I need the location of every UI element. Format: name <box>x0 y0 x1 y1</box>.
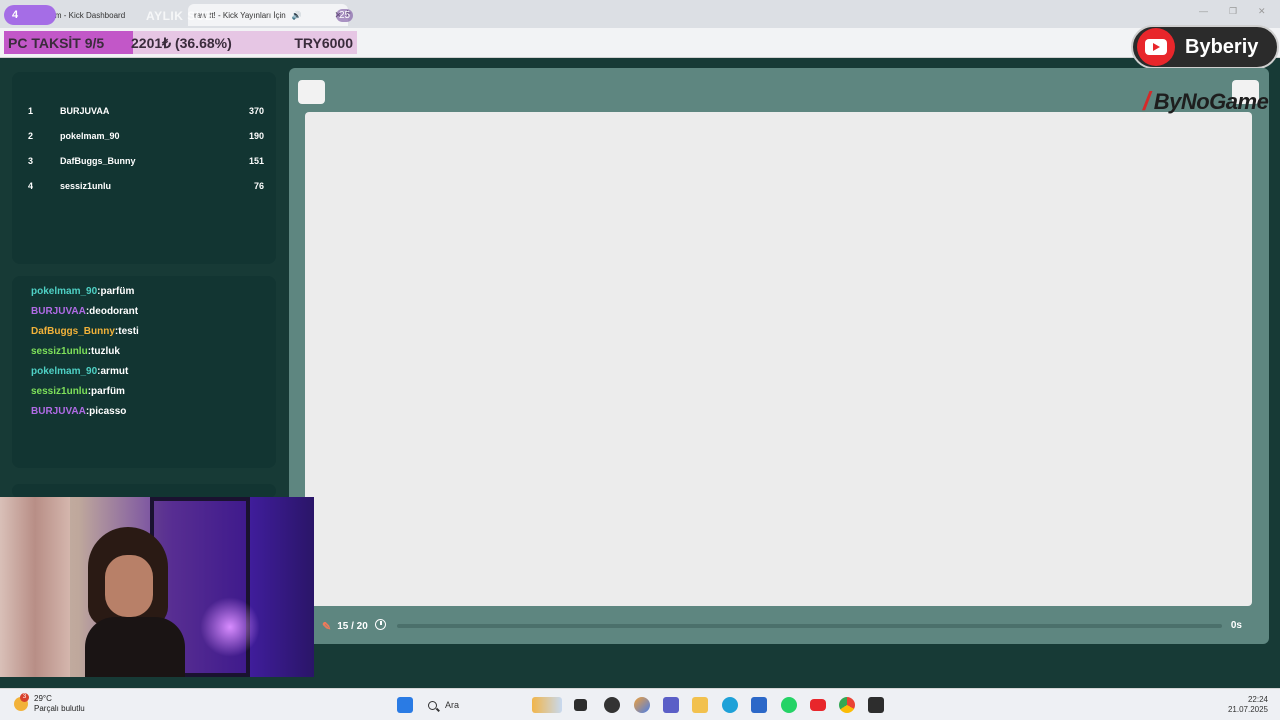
store-icon[interactable] <box>751 697 767 713</box>
task-view-icon[interactable] <box>574 699 587 711</box>
leaderboard-name: BURJUVAA <box>60 106 110 116</box>
timer-seconds: 0s <box>1230 620 1242 631</box>
leaderboard-panel: 1 BURJUVAA 370 2 pokelmam_90 190 3 DafBuggs_Bun… <box>12 72 276 264</box>
windows-taskbar: 29°C Parçalı bulutlu Ara 22:24 21.07.202… <box>0 688 1280 720</box>
chat-message: pokelmam_90: parfüm <box>31 286 134 297</box>
chat-username: BURJUVAA <box>31 306 86 317</box>
pc-taksit-goal-bar: PC TAKSİT 9/5 2201₺ (36.68%) TRY6000 <box>4 31 357 54</box>
system-clock[interactable]: 22:24 21.07.2025 <box>1228 695 1268 715</box>
webcam-feed <box>0 497 314 677</box>
chat-message: BURJUVAA: picasso <box>31 406 126 417</box>
obs-icon[interactable] <box>868 697 884 713</box>
youtube-app-icon[interactable] <box>810 699 826 711</box>
copilot-icon[interactable] <box>634 697 650 713</box>
chat-text: testi <box>118 326 139 337</box>
chat-username: pokelmam_90 <box>31 366 98 377</box>
clock-date: 21.07.2025 <box>1227 705 1268 714</box>
weather-desc: Parçalı bulutlu <box>34 704 85 713</box>
stopwatch-icon <box>375 619 386 630</box>
sponsor-logo: / ByNoGame <box>1143 86 1269 117</box>
weather-sun-icon <box>14 693 29 711</box>
whatsapp-icon[interactable] <box>781 697 797 713</box>
weather-temp: 29°C <box>34 694 52 703</box>
chat-text: deodorant <box>89 306 139 317</box>
sponsor-name: ByNoGame <box>1153 88 1269 114</box>
chat-message: BURJUVAA: deodorant <box>31 306 138 317</box>
speaker-icon[interactable]: 🔊 <box>292 11 302 20</box>
clock-time: 22:24 <box>1247 695 1268 704</box>
chat-message: sessiz1unlu: parfüm <box>31 386 125 397</box>
search-icon <box>428 700 437 710</box>
tab-label: eam - Kick Dashboard <box>46 10 126 20</box>
file-explorer-icon[interactable] <box>692 697 708 713</box>
close-window-icon[interactable]: ✕ <box>1258 6 1266 17</box>
chat-username: sessiz1unlu <box>31 346 88 357</box>
chat-message: pokelmam_90: armut <box>31 366 128 377</box>
chat-message: sessiz1unlu: tuzluk <box>31 346 120 357</box>
github-icon[interactable] <box>604 697 620 713</box>
youtube-icon <box>1137 28 1175 66</box>
leaderboard-row: 1 BURJUVAA 370 <box>28 106 264 122</box>
leaderboard-rank: 2 <box>28 131 34 141</box>
youtube-channel-badge: Byberiy <box>1131 25 1279 69</box>
teams-icon[interactable] <box>663 697 679 713</box>
leaderboard-row: 2 pokelmam_90 190 <box>28 131 264 147</box>
leaderboard-row: 3 DafBuggs_Bunny 151 <box>28 156 264 172</box>
leaderboard-score: 76 <box>253 181 264 191</box>
game-status-bar: ✎ 15 / 20 0s <box>305 613 1252 639</box>
chat-username: BURJUVAA <box>31 406 86 417</box>
sponsor-slash-icon: / <box>1143 86 1150 116</box>
monthly-goal-label: AYLIK SUE <box>146 9 214 23</box>
chat-username: pokelmam_90 <box>31 286 98 297</box>
taksit-title: PC TAKSİT 9/5 <box>8 35 105 51</box>
weather-widget[interactable]: 29°C Parçalı bulutlu <box>14 693 85 714</box>
chat-text: parfüm <box>91 386 125 397</box>
leaderboard-rank: 4 <box>28 181 34 191</box>
chat-text: parfüm <box>100 286 135 297</box>
chrome-icon[interactable] <box>839 697 855 713</box>
chat-message: DafBuggs_Bunny: testi <box>31 326 139 337</box>
extra-panel <box>12 484 276 498</box>
leaderboard-rank: 3 <box>28 156 34 166</box>
leaderboard-score: 190 <box>248 131 264 141</box>
round-counter: ✎ 15 / 20 <box>322 620 368 633</box>
leaderboard-score: 370 <box>248 106 264 116</box>
round-text: 15 / 20 <box>337 621 368 632</box>
monthly-goal-number: 25 <box>336 9 354 22</box>
chat-username: DafBuggs_Bunny <box>31 326 115 337</box>
chat-text: armut <box>100 366 129 377</box>
leaderboard-name: pokelmam_90 <box>60 131 120 141</box>
taksit-target: TRY6000 <box>294 35 353 51</box>
timer-progress-bar <box>397 624 1222 628</box>
goal-badge: 4 <box>4 5 56 25</box>
search-placeholder: Ara <box>445 700 460 710</box>
minimize-icon[interactable]: — <box>1199 6 1208 16</box>
leaderboard-score: 151 <box>248 156 264 166</box>
chat-panel: pokelmam_90: parfüm BURJUVAA: deodorant DafB… <box>12 276 276 468</box>
leaderboard-row: 4 sessiz1unlu 76 <box>28 181 264 197</box>
leaderboard-name: DafBuggs_Bunny <box>60 156 136 166</box>
drawing-canvas[interactable] <box>305 112 1252 606</box>
menu-button[interactable] <box>298 80 325 104</box>
leaderboard-rank: 1 <box>28 106 34 116</box>
youtube-channel-name: Byberiy <box>1185 35 1259 58</box>
leaderboard-name: sessiz1unlu <box>60 181 112 191</box>
chat-text: picasso <box>89 406 127 417</box>
windows-start-icon[interactable] <box>397 697 413 713</box>
widgets-icon[interactable] <box>532 697 562 713</box>
pencil-icon: ✎ <box>322 621 332 633</box>
chat-text: tuzluk <box>91 346 120 357</box>
edge-icon[interactable] <box>722 697 738 713</box>
chat-username: sessiz1unlu <box>31 386 88 397</box>
maximize-icon[interactable]: ❐ <box>1229 6 1237 17</box>
taksit-progress-text: 2201₺ (36.68%) <box>131 35 232 51</box>
